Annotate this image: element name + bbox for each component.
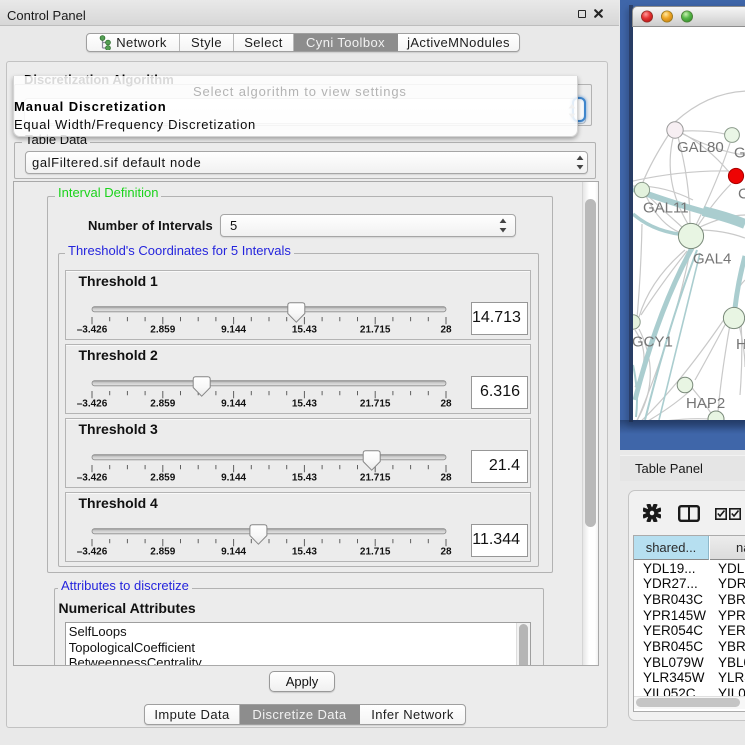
svg-text:9.144: 9.144 [221,399,246,410]
svg-text:9.144: 9.144 [221,547,246,558]
svg-text:28: 28 [440,325,452,336]
svg-text:2.859: 2.859 [150,547,175,558]
svg-text:28: 28 [440,547,452,558]
svg-text:C: C [738,186,745,203]
svg-text:2.859: 2.859 [150,473,175,484]
svg-text:–3.426: –3.426 [77,547,108,558]
svg-text:9.144: 9.144 [221,473,246,484]
svg-text:GAL4: GAL4 [693,251,731,268]
svg-text:21.715: 21.715 [360,473,391,484]
svg-text:28: 28 [440,399,452,410]
svg-text:15.43: 15.43 [292,399,317,410]
svg-text:GCY1: GCY1 [633,334,673,351]
svg-text:2.859: 2.859 [150,399,175,410]
svg-text:GA: GA [734,145,745,162]
svg-text:15.43: 15.43 [292,325,317,336]
svg-text:–3.426: –3.426 [77,325,108,336]
svg-text:9.144: 9.144 [221,325,246,336]
svg-text:–3.426: –3.426 [77,399,108,410]
svg-text:21.715: 21.715 [360,399,391,410]
svg-text:H: H [736,336,745,353]
svg-text:2.859: 2.859 [150,325,175,336]
svg-text:28: 28 [440,473,452,484]
svg-text:GAL80: GAL80 [677,139,724,156]
svg-text:21.715: 21.715 [360,325,391,336]
svg-text:21.715: 21.715 [360,547,391,558]
svg-text:15.43: 15.43 [292,547,317,558]
svg-text:–3.426: –3.426 [77,473,108,484]
svg-text:GAL11: GAL11 [643,200,689,217]
svg-text:HAP2: HAP2 [686,395,725,412]
svg-text:15.43: 15.43 [292,473,317,484]
